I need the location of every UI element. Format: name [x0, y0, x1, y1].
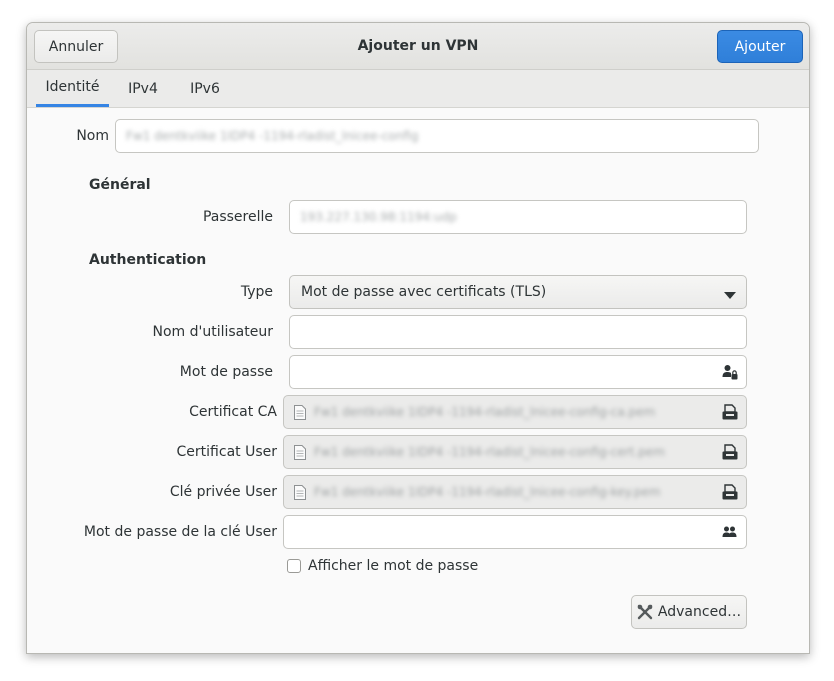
authentication-section-title: Authentication — [89, 252, 207, 268]
general-section-title: Général — [89, 177, 151, 193]
ca-cert-chooser[interactable]: Fw1 dentkviike 1IDP4 -1194-rladist_lnice… — [283, 395, 747, 429]
user-cert-chooser[interactable]: Fw1 dentkviike 1IDP4 -1194-rladist_lnice… — [283, 435, 747, 469]
name-label: Nom — [76, 128, 109, 144]
open-folder-icon — [722, 444, 738, 464]
ca-cert-value: Fw1 dentkviike 1IDP4 -1194-rladist_lnice… — [314, 405, 656, 419]
dialog-title: Ajouter un VPN — [357, 38, 479, 54]
tools-icon — [637, 604, 653, 620]
add-button[interactable]: Ajouter — [717, 30, 803, 63]
gateway-label: Passerelle — [202, 209, 273, 225]
advanced-label: Advanced… — [657, 604, 742, 620]
gateway-value: 193.227.130.98:1194:udp — [300, 210, 457, 224]
type-dropdown[interactable]: Mot de passe avec certificats (TLS) — [289, 275, 747, 309]
show-password-checkbox[interactable] — [287, 559, 301, 573]
document-icon — [294, 405, 306, 424]
type-label: Type — [240, 284, 273, 300]
show-password-label[interactable]: Afficher le mot de passe — [308, 556, 478, 576]
name-field[interactable]: Fw1 dentkviike 1IDP4 -1194-rladist_lnice… — [115, 119, 759, 153]
key-password-field[interactable] — [283, 515, 747, 549]
ca-cert-label: Certificat CA — [189, 404, 277, 420]
gateway-field[interactable]: 193.227.130.98:1194:udp — [289, 200, 747, 234]
open-folder-icon — [722, 484, 738, 504]
user-cert-value: Fw1 dentkviike 1IDP4 -1194-rladist_lnice… — [314, 445, 665, 459]
private-key-label: Clé privée User — [169, 484, 277, 500]
key-password-label: Mot de passe de la clé User — [83, 524, 277, 540]
chevron-down-icon — [724, 288, 736, 304]
advanced-button[interactable]: Advanced… — [631, 595, 747, 629]
document-icon — [294, 445, 306, 464]
cancel-button[interactable]: Annuler — [34, 30, 118, 63]
person-lock-icon[interactable] — [722, 364, 738, 384]
user-cert-label: Certificat User — [176, 444, 277, 460]
type-value: Mot de passe avec certificats (TLS) — [301, 284, 547, 300]
username-label: Nom d'utilisateur — [152, 324, 274, 340]
private-key-value: Fw1 dentkviike 1IDP4 -1194-rladist_lnice… — [314, 485, 661, 499]
password-label: Mot de passe — [179, 364, 273, 380]
open-folder-icon — [722, 404, 738, 424]
people-icon[interactable] — [722, 525, 737, 543]
tab-bar: Identité IPv4 IPv6 — [27, 70, 809, 108]
document-icon — [294, 485, 306, 504]
tab-ipv6[interactable]: IPv6 — [181, 70, 229, 107]
private-key-chooser[interactable]: Fw1 dentkviike 1IDP4 -1194-rladist_lnice… — [283, 475, 747, 509]
tab-ipv4[interactable]: IPv4 — [119, 70, 167, 107]
password-field[interactable] — [289, 355, 747, 389]
tab-identite[interactable]: Identité — [36, 70, 109, 107]
header-bar: Ajouter un VPN Annuler Ajouter — [27, 23, 809, 70]
add-vpn-dialog: Ajouter un VPN Annuler Ajouter Identité … — [26, 22, 810, 654]
name-value: Fw1 dentkviike 1IDP4 -1194-rladist_lnice… — [126, 129, 419, 143]
username-field[interactable] — [289, 315, 747, 349]
